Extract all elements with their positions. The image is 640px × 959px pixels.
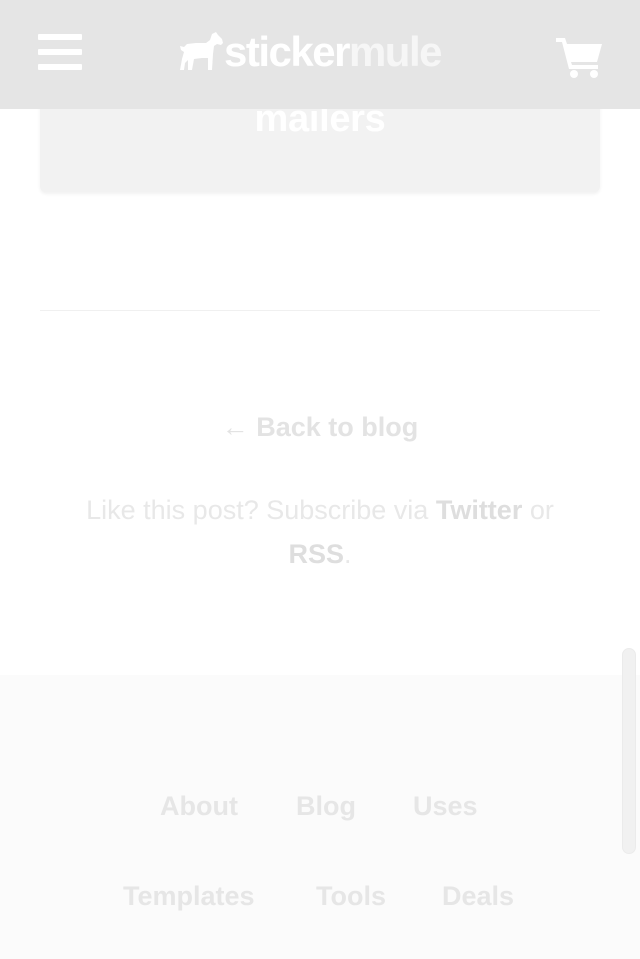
subscribe-text: Like this post? Subscribe via Twitter or… xyxy=(60,488,580,576)
footer-link-templates[interactable]: Templates xyxy=(123,881,255,912)
shopping-cart-icon[interactable] xyxy=(556,36,604,78)
mule-logo-icon xyxy=(180,32,223,70)
back-to-blog-link[interactable]: ← Back to blog xyxy=(0,412,640,443)
logo-text-sticker: sticker xyxy=(224,28,350,75)
footer: About Blog Uses Templates Tools Deals xyxy=(0,675,640,959)
rss-link[interactable]: RSS xyxy=(288,539,344,569)
back-to-blog-label: Back to blog xyxy=(256,412,419,442)
top-navigation-bar: sticker mule xyxy=(0,0,640,109)
footer-link-about[interactable]: About xyxy=(160,791,238,822)
scrollbar-thumb[interactable] xyxy=(622,648,636,854)
footer-link-deals[interactable]: Deals xyxy=(442,881,514,912)
twitter-link[interactable]: Twitter xyxy=(436,495,523,525)
subscribe-period: . xyxy=(344,539,352,569)
logo-text-mule: mule xyxy=(348,28,443,75)
section-divider xyxy=(40,310,600,311)
footer-link-tools[interactable]: Tools xyxy=(316,881,386,912)
hamburger-menu-icon[interactable] xyxy=(38,34,82,72)
left-arrow-icon: ← xyxy=(221,412,249,442)
subscribe-prefix: Like this post? Subscribe via xyxy=(86,495,429,525)
footer-link-uses[interactable]: Uses xyxy=(413,791,478,822)
footer-link-blog[interactable]: Blog xyxy=(296,791,356,822)
subscribe-or: or xyxy=(529,495,554,525)
site-logo[interactable]: sticker mule xyxy=(178,28,443,76)
